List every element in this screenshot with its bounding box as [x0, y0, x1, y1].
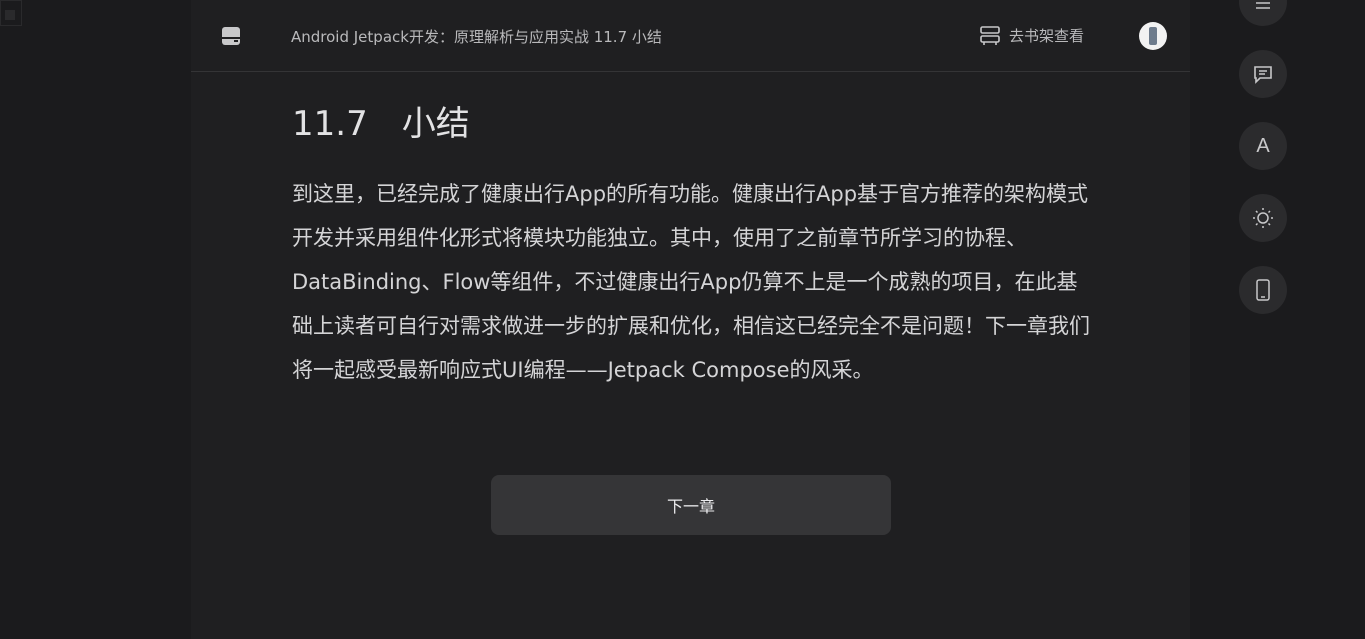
- catalog-button[interactable]: [1239, 0, 1287, 26]
- chapter-body: 到这里，已经完成了健康出行App的所有功能。健康出行App基于官方推荐的架构模式…: [292, 182, 1090, 382]
- mobile-read-button[interactable]: [1239, 266, 1287, 314]
- brightness-icon: [1253, 208, 1273, 228]
- corner-placeholder: [0, 0, 22, 26]
- font-settings-button[interactable]: A: [1239, 122, 1287, 170]
- font-icon: A: [1256, 134, 1270, 157]
- top-bar: Android Jetpack开发：原理解析与应用实战 11.7 小结 去书架查…: [191, 0, 1190, 72]
- shelf-link-label: 去书架查看: [1009, 26, 1085, 45]
- comment-icon: [1254, 66, 1272, 84]
- user-avatar[interactable]: [1139, 22, 1167, 50]
- bookshelf-icon: [980, 26, 1000, 45]
- phone-icon: [1256, 279, 1270, 301]
- book-title: Android Jetpack开发：原理解析与应用实战 11.7 小结: [291, 28, 662, 46]
- menu-icon: [1256, 2, 1270, 9]
- brightness-button[interactable]: [1239, 194, 1287, 242]
- chapter-heading: 11.7 小结: [292, 104, 470, 144]
- book-icon[interactable]: [221, 26, 241, 46]
- reader-panel: Android Jetpack开发：原理解析与应用实战 11.7 小结 去书架查…: [191, 0, 1190, 639]
- notes-button[interactable]: [1239, 50, 1287, 98]
- next-chapter-button[interactable]: 下一章: [491, 475, 891, 535]
- go-to-shelf-link[interactable]: 去书架查看: [979, 24, 1084, 46]
